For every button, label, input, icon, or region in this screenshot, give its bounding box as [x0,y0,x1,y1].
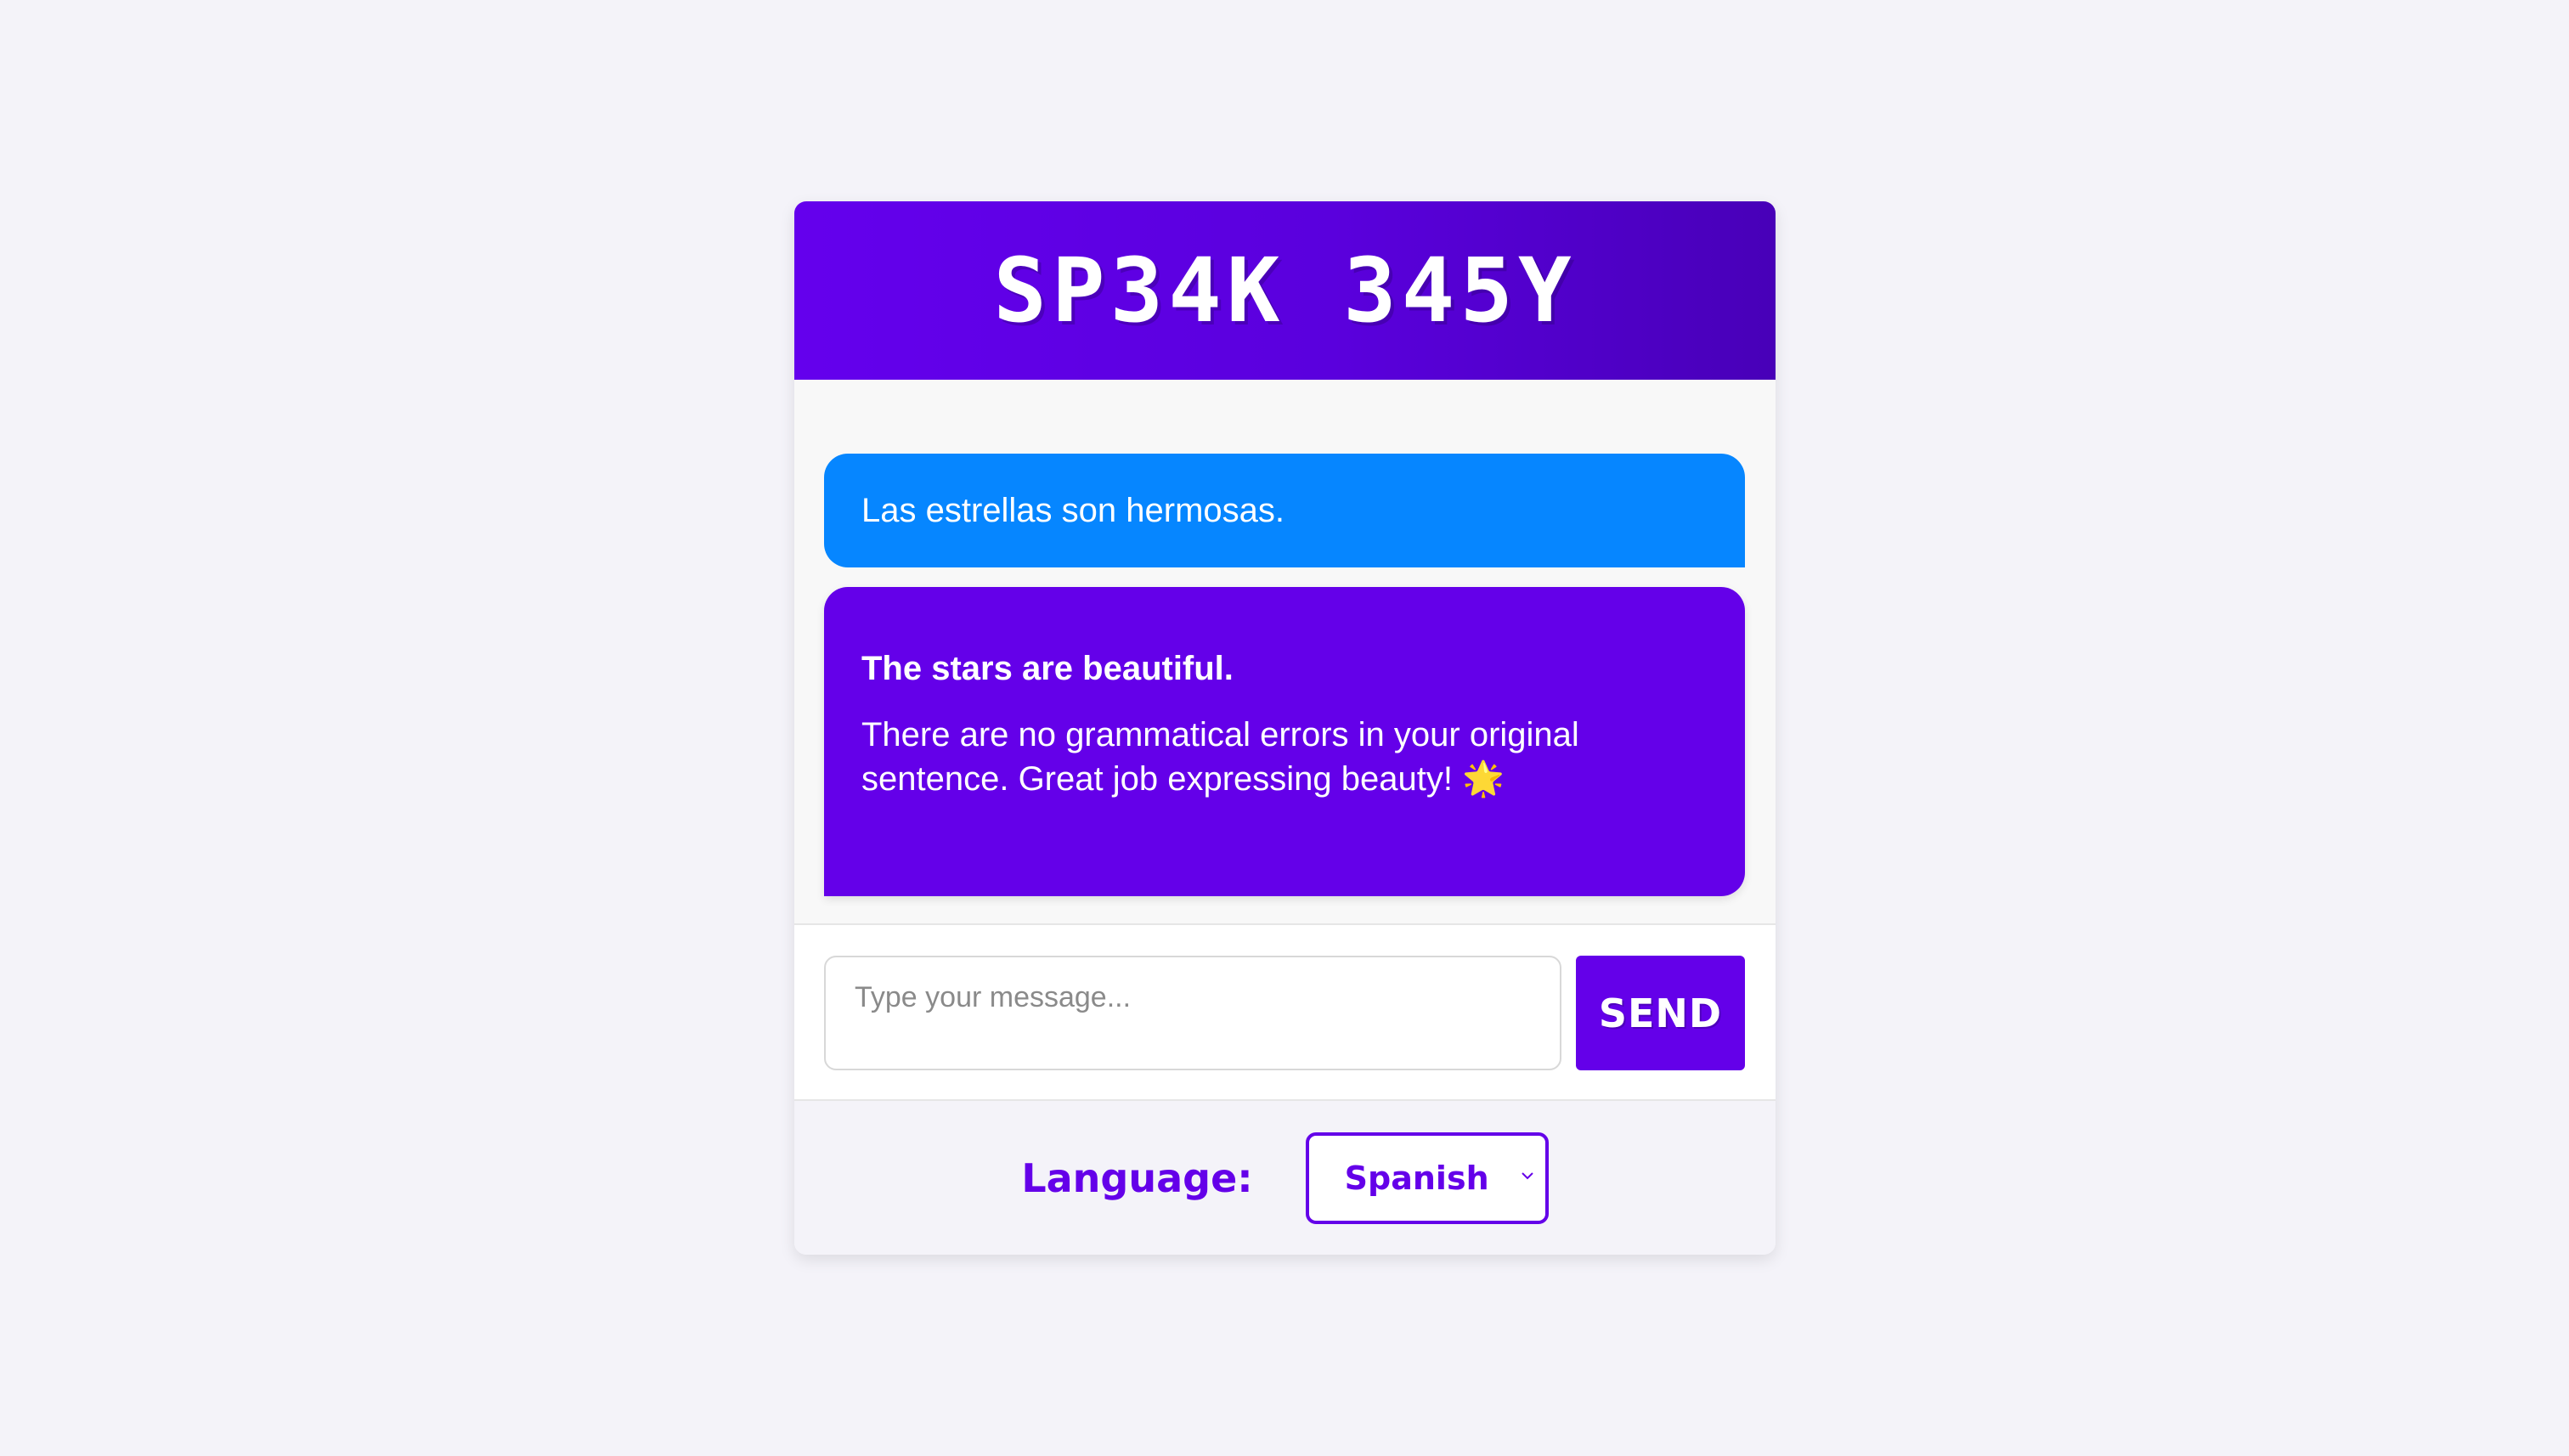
app-header: SP34K 345Y [794,201,1776,380]
language-select-wrapper: Spanish [1305,1132,1549,1224]
message-input[interactable] [824,956,1561,1070]
composer: SEND [794,923,1776,1101]
language-label: Language: [1021,1154,1253,1201]
user-message-bubble: Las estrellas son hermosas. [824,454,1745,567]
bot-message-body: There are no grammatical errors in your … [861,716,1579,798]
app-title: SP34K 345Y [993,239,1577,342]
user-message-text: Las estrellas son hermosas. [861,491,1285,529]
language-select[interactable]: Spanish [1305,1132,1549,1224]
bot-message-title: The stars are beautiful. [861,650,1234,687]
language-footer: Language: Spanish [794,1101,1776,1255]
chat-card: SP34K 345Y Las estrellas son hermosas. T… [794,201,1776,1255]
bot-message-bubble: The stars are beautiful. There are no gr… [824,587,1745,896]
send-button[interactable]: SEND [1576,956,1745,1070]
